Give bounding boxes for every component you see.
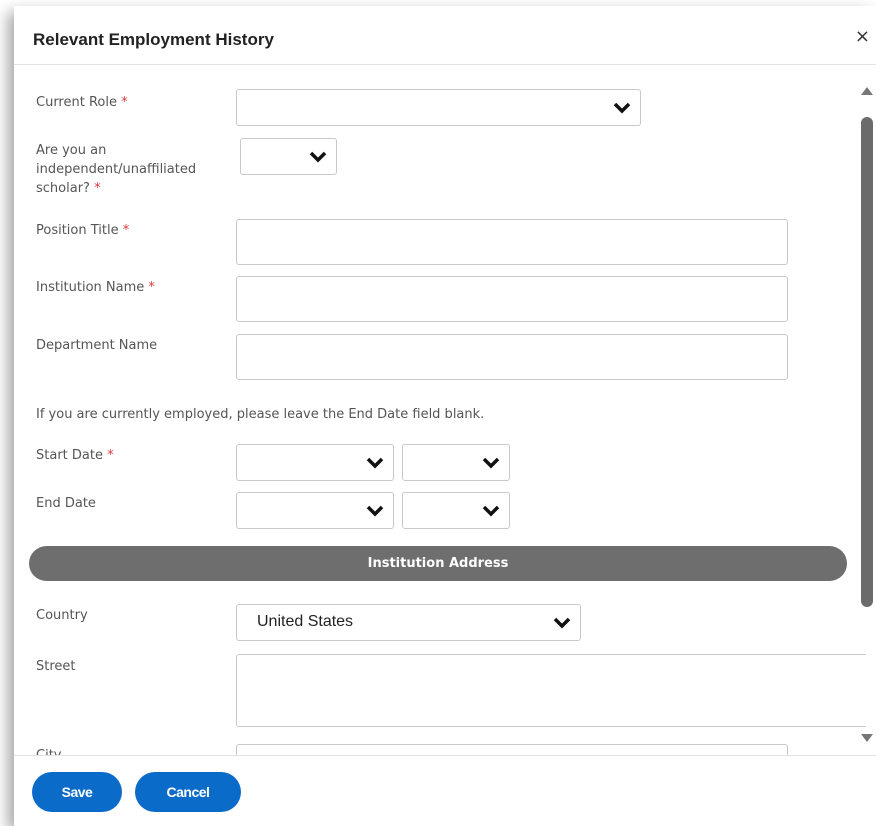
close-icon[interactable]: × [855,26,870,47]
required-marker: * [107,448,114,463]
country-select[interactable]: United States [236,604,581,641]
institution-name-input[interactable] [236,276,788,322]
position-title-label-text: Position Title [36,223,119,238]
independent-scholar-label: Are you an independent/unaffiliated scho… [36,141,196,198]
independent-scholar-label-line-3: scholar? [36,181,90,196]
employment-history-dialog: Relevant Employment History × Current Ro… [14,6,876,826]
institution-name-label: Institution Name * [36,278,155,297]
chevron-down-icon [482,457,500,468]
institution-name-label-text: Institution Name [36,280,145,295]
scrollbar-thumb[interactable] [861,117,873,607]
chevron-down-icon [366,505,384,516]
scrollbar[interactable] [859,87,876,742]
dialog-body: Current Role * Are you an independent/un… [14,65,876,755]
position-title-label: Position Title * [36,221,129,240]
institution-address-section-header: Institution Address [29,546,847,581]
start-date-label-text: Start Date [36,448,103,463]
city-input[interactable] [236,744,788,755]
end-date-note: If you are currently employed, please le… [36,407,485,422]
country-label: Country [36,608,88,623]
country-value: United States [257,613,354,630]
current-role-label: Current Role * [36,93,128,112]
street-label: Street [36,659,76,674]
end-date-month-select[interactable] [236,492,394,529]
department-name-label: Department Name [36,338,158,353]
start-date-month-select[interactable] [236,444,394,481]
independent-scholar-select[interactable] [240,138,337,175]
city-label: City [36,746,61,755]
start-date-year-select[interactable] [402,444,510,481]
chevron-down-icon [553,617,571,628]
cancel-button[interactable]: Cancel [135,772,241,812]
required-marker: * [94,181,101,196]
required-marker: * [148,280,155,295]
start-date-label: Start Date * [36,446,114,465]
end-date-year-select[interactable] [402,492,510,529]
arrow-down-icon[interactable] [861,734,873,742]
dialog-title: Relevant Employment History [33,30,274,49]
end-date-label: End Date [36,496,96,511]
street-textarea[interactable] [236,654,866,727]
save-button[interactable]: Save [32,772,122,812]
required-marker: * [121,95,128,110]
arrow-up-icon[interactable] [861,87,873,95]
required-marker: * [122,223,130,238]
position-title-input[interactable] [236,219,788,265]
chevron-down-icon [613,102,631,113]
dialog-footer: Save Cancel [14,755,876,826]
dialog-header: Relevant Employment History × [14,6,876,65]
current-role-label-text: Current Role [36,95,117,110]
independent-scholar-label-line-2: independent/unaffiliated [36,162,197,177]
department-name-input[interactable] [236,334,788,380]
chevron-down-icon [366,457,384,468]
current-role-select[interactable] [236,89,641,126]
independent-scholar-label-line-1: Are you an [36,143,107,158]
chevron-down-icon [482,505,500,516]
chevron-down-icon [309,151,327,162]
